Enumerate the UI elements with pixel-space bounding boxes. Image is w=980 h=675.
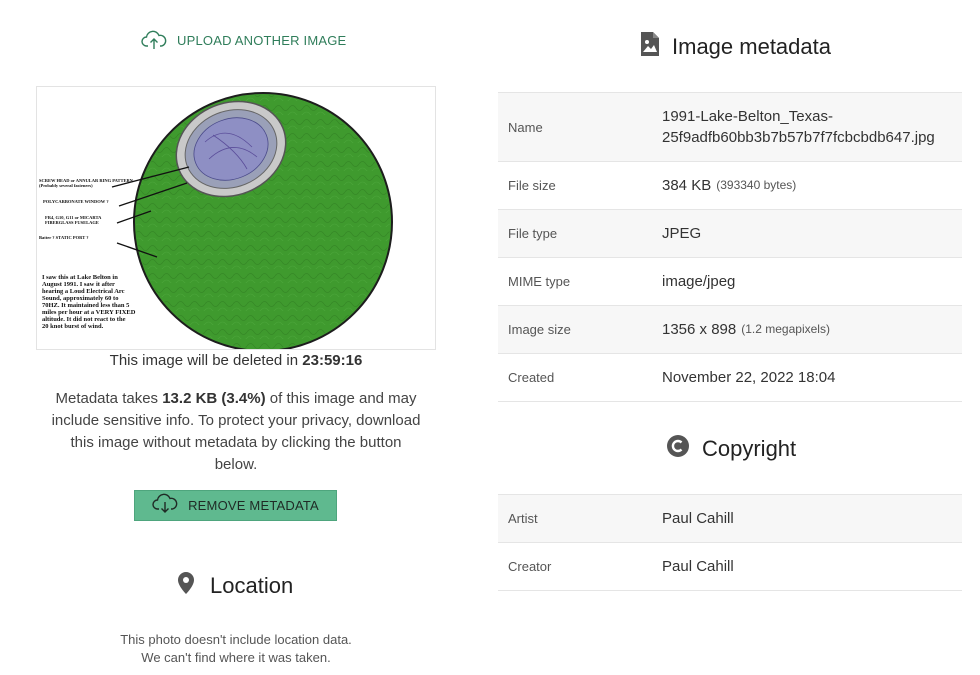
metadata-row-file-size: File size 384 KB (393340 bytes) xyxy=(498,162,962,210)
metadata-value: 1356 x 898 (1.2 megapixels) xyxy=(652,306,962,353)
annotation-text: Batter ? STATIC PORT ? xyxy=(39,235,89,240)
image-size-value: 1356 x 898 xyxy=(662,321,737,338)
metadata-value: 384 KB (393340 bytes) xyxy=(652,162,962,209)
location-note-line: We can't find where it was taken. xyxy=(141,650,331,665)
location-heading: Location xyxy=(176,571,293,600)
copyright-value: Paul Cahill xyxy=(662,510,734,527)
image-metadata-heading: Image metadata xyxy=(640,31,831,62)
image-preview: SCREW HEAD or ANNULAR RING PATTERN (Prob… xyxy=(36,86,436,350)
file-size-detail: (393340 bytes) xyxy=(716,178,797,192)
annotation-text: POLYCARBONATE WINDOW ? xyxy=(43,199,109,204)
location-note-line: This photo doesn't include location data… xyxy=(120,632,352,647)
metadata-value: JPEG xyxy=(662,225,702,242)
upload-another-image-link[interactable]: UPLOAD ANOTHER IMAGE xyxy=(141,30,346,50)
file-image-icon xyxy=(640,31,660,62)
handwritten-note-line: August 1991. I saw it after xyxy=(42,281,115,288)
remove-metadata-button[interactable]: REMOVE METADATA xyxy=(134,490,337,521)
image-size-detail: (1.2 megapixels) xyxy=(741,322,830,336)
handwritten-note-line: hearing a Loud Electrical Arc xyxy=(42,288,125,295)
image-metadata-table: Name 1991-Lake-Belton_Texas- 25f9adfb60b… xyxy=(498,92,962,402)
metadata-key: Name xyxy=(508,119,543,135)
copyright-row-artist: Artist Paul Cahill xyxy=(498,495,962,543)
deletion-countdown: This image will be deleted in 23:59:16 xyxy=(36,352,436,369)
metadata-privacy-note: Metadata takes 13.2 KB (3.4%) of this im… xyxy=(50,388,422,476)
metadata-key: MIME type xyxy=(508,274,571,289)
metadata-key: File type xyxy=(508,226,558,241)
handwritten-note-line: 20 knot burst of wind. xyxy=(42,323,104,330)
copyright-row-creator: Creator Paul Cahill xyxy=(498,543,962,591)
metadata-value: November 22, 2022 18:04 xyxy=(662,369,836,386)
remove-metadata-label: REMOVE METADATA xyxy=(188,498,319,513)
cloud-upload-icon xyxy=(141,30,167,50)
copyright-key: Creator xyxy=(508,559,552,574)
copyright-value: Paul Cahill xyxy=(662,558,734,575)
handwritten-note-line: miles per hour at a VERY FIXED xyxy=(42,309,136,316)
metadata-row-name: Name 1991-Lake-Belton_Texas- 25f9adfb60b… xyxy=(498,93,962,162)
location-title: Location xyxy=(210,572,294,598)
handwritten-note-line: altitude. It did not react to the xyxy=(42,316,126,323)
metadata-amount: 13.2 KB (3.4%) xyxy=(162,390,266,407)
annotation-text: FIBERGLASS FUSELAGE xyxy=(45,220,99,225)
cloud-download-icon xyxy=(152,493,178,518)
copyright-table: Artist Paul Cahill Creator Paul Cahill xyxy=(498,494,962,591)
metadata-key: Image size xyxy=(508,322,571,337)
metadata-row-image-size: Image size 1356 x 898 (1.2 megapixels) xyxy=(498,306,962,354)
metadata-row-created: Created November 22, 2022 18:04 xyxy=(498,354,962,402)
upload-another-image-label: UPLOAD ANOTHER IMAGE xyxy=(177,32,347,48)
copyright-title: Copyright xyxy=(702,435,797,461)
metadata-note-prefix: Metadata takes xyxy=(55,390,163,407)
metadata-value: 1991-Lake-Belton_Texas- 25f9adfb60bb3b7b… xyxy=(652,93,962,161)
file-size-value: 384 KB xyxy=(662,177,712,194)
copyright-heading: Copyright xyxy=(666,434,796,463)
file-name-line: 25f9adfb60bb3b7b57b7f7fcbcbdb647.jpg xyxy=(662,129,935,146)
image-metadata-title: Image metadata xyxy=(672,33,831,59)
handwritten-note-line: 70HZ. It maintained less than 5 xyxy=(42,302,130,309)
metadata-key: File size xyxy=(508,178,556,193)
handwritten-note-line: Sound, approximately 60 to xyxy=(42,295,118,302)
handwritten-note-line: I saw this at Lake Belton in xyxy=(42,274,118,281)
metadata-key: Created xyxy=(508,370,555,385)
copyright-icon xyxy=(666,434,690,463)
copyright-key: Artist xyxy=(508,511,538,526)
metadata-row-file-type: File type JPEG xyxy=(498,210,962,258)
countdown-timer: 23:59:16 xyxy=(302,352,363,369)
file-name-line: 1991-Lake-Belton_Texas- xyxy=(662,108,833,125)
metadata-row-mime-type: MIME type image/jpeg xyxy=(498,258,962,306)
location-note: This photo doesn't include location data… xyxy=(36,631,436,667)
map-pin-icon xyxy=(176,571,196,600)
deletion-prefix: This image will be deleted in xyxy=(109,352,303,369)
metadata-value: image/jpeg xyxy=(662,273,736,290)
annotation-text: (Probably several fasteners) xyxy=(39,183,93,188)
